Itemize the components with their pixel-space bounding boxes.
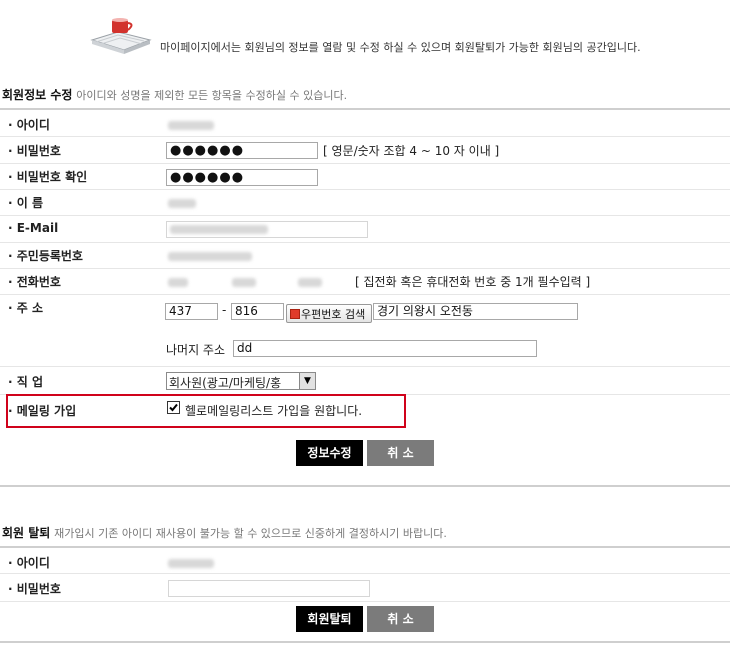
checkmark-icon	[169, 403, 178, 412]
divider	[0, 485, 730, 487]
divider	[0, 641, 730, 643]
zip-search-button[interactable]: 우편번호 검색	[286, 304, 372, 323]
divider	[0, 268, 730, 269]
divider	[0, 163, 730, 164]
divider	[0, 189, 730, 190]
withdraw-section-header: 회원 탈퇴 재가입시 기존 아이디 재사용이 불가능 할 수 있으므로 신중하게…	[2, 524, 447, 541]
withdraw-button[interactable]: 회원탈퇴	[296, 606, 363, 632]
edit-section-header: 회원정보 수정 아이디와 성명을 제외한 모든 항목을 수정하실 수 있습니다.	[2, 86, 347, 103]
withdraw-id-label: · 아이디	[8, 556, 50, 570]
withdraw-password-label: · 비밀번호	[8, 582, 61, 596]
mypage-icon	[88, 14, 156, 62]
open-book-with-cup-icon	[90, 18, 152, 54]
mailing-checkbox[interactable]	[167, 401, 180, 414]
name-label: · 이 름	[8, 196, 43, 210]
divider	[0, 136, 730, 137]
phone-part3-redacted	[298, 278, 322, 287]
zip-dash: -	[222, 303, 227, 317]
cancel-button[interactable]: 취 소	[367, 440, 434, 466]
section-title: 회원정보 수정	[2, 88, 73, 102]
zip-code-2-field[interactable]: 816	[231, 303, 284, 320]
email-value-redacted	[170, 225, 268, 234]
phone-part1-redacted	[168, 278, 188, 287]
divider	[0, 242, 730, 243]
password-confirm-field[interactable]: ●●●●●●	[166, 169, 318, 186]
id-value-redacted	[168, 121, 214, 130]
job-label: · 직 업	[8, 375, 43, 389]
zip-search-label: 우편번호 검색	[301, 308, 366, 321]
withdraw-password-field[interactable]	[168, 580, 370, 597]
password-label: · 비밀번호	[8, 144, 61, 158]
section-subtitle: 재가입시 기존 아이디 재사용이 불가능 할 수 있으므로 신중하게 결정하시기…	[54, 527, 447, 540]
withdraw-cancel-button[interactable]: 취 소	[367, 606, 434, 632]
address-rest-label: 나머지 주소	[166, 343, 226, 357]
update-info-button[interactable]: 정보수정	[296, 440, 363, 466]
name-value-redacted	[168, 199, 196, 208]
mailing-label: · 메일링 가입	[8, 404, 77, 418]
intro-text: 마이페이지에서는 회원님의 정보를 열람 및 수정 하실 수 있으며 회원탈퇴가…	[160, 41, 641, 54]
password-hint: [ 영문/숫자 조합 4 ~ 10 자 이내 ]	[323, 144, 500, 158]
section-title: 회원 탈퇴	[2, 526, 51, 540]
resident-number-label: · 주민등록번호	[8, 249, 83, 263]
mailing-checkbox-label: 헬로메일링리스트 가입을 원합니다.	[185, 404, 363, 418]
phone-hint: [ 집전화 혹은 휴대전화 번호 중 1개 필수입력 ]	[355, 275, 591, 289]
password-confirm-label: · 비밀번호 확인	[8, 170, 88, 184]
job-select[interactable]: 회사원(광고/마케팅/홍 ▼	[166, 372, 316, 390]
divider	[0, 601, 730, 602]
resident-number-redacted	[168, 252, 252, 261]
dropdown-arrow-icon[interactable]: ▼	[299, 373, 315, 389]
job-selected-value: 회사원(광고/마케팅/홍	[169, 376, 282, 390]
section-subtitle: 아이디와 성명을 제외한 모든 항목을 수정하실 수 있습니다.	[76, 89, 348, 102]
divider	[0, 366, 730, 367]
address-label: · 주 소	[8, 301, 43, 315]
address-field[interactable]: 경기 의왕시 오전동	[373, 303, 578, 320]
divider	[0, 108, 730, 110]
divider	[0, 215, 730, 216]
phone-label: · 전화번호	[8, 275, 61, 289]
password-field[interactable]: ●●●●●●	[166, 142, 318, 159]
email-label: · E-Mail	[8, 221, 59, 235]
divider	[0, 294, 730, 295]
zip-search-icon	[290, 309, 300, 319]
divider	[0, 546, 730, 548]
withdraw-id-redacted	[168, 559, 214, 568]
phone-part2-redacted	[232, 278, 256, 287]
address-detail-field[interactable]: dd	[233, 340, 537, 357]
id-label: · 아이디	[8, 118, 50, 132]
divider	[0, 573, 730, 574]
zip-code-1-field[interactable]: 437	[165, 303, 218, 320]
